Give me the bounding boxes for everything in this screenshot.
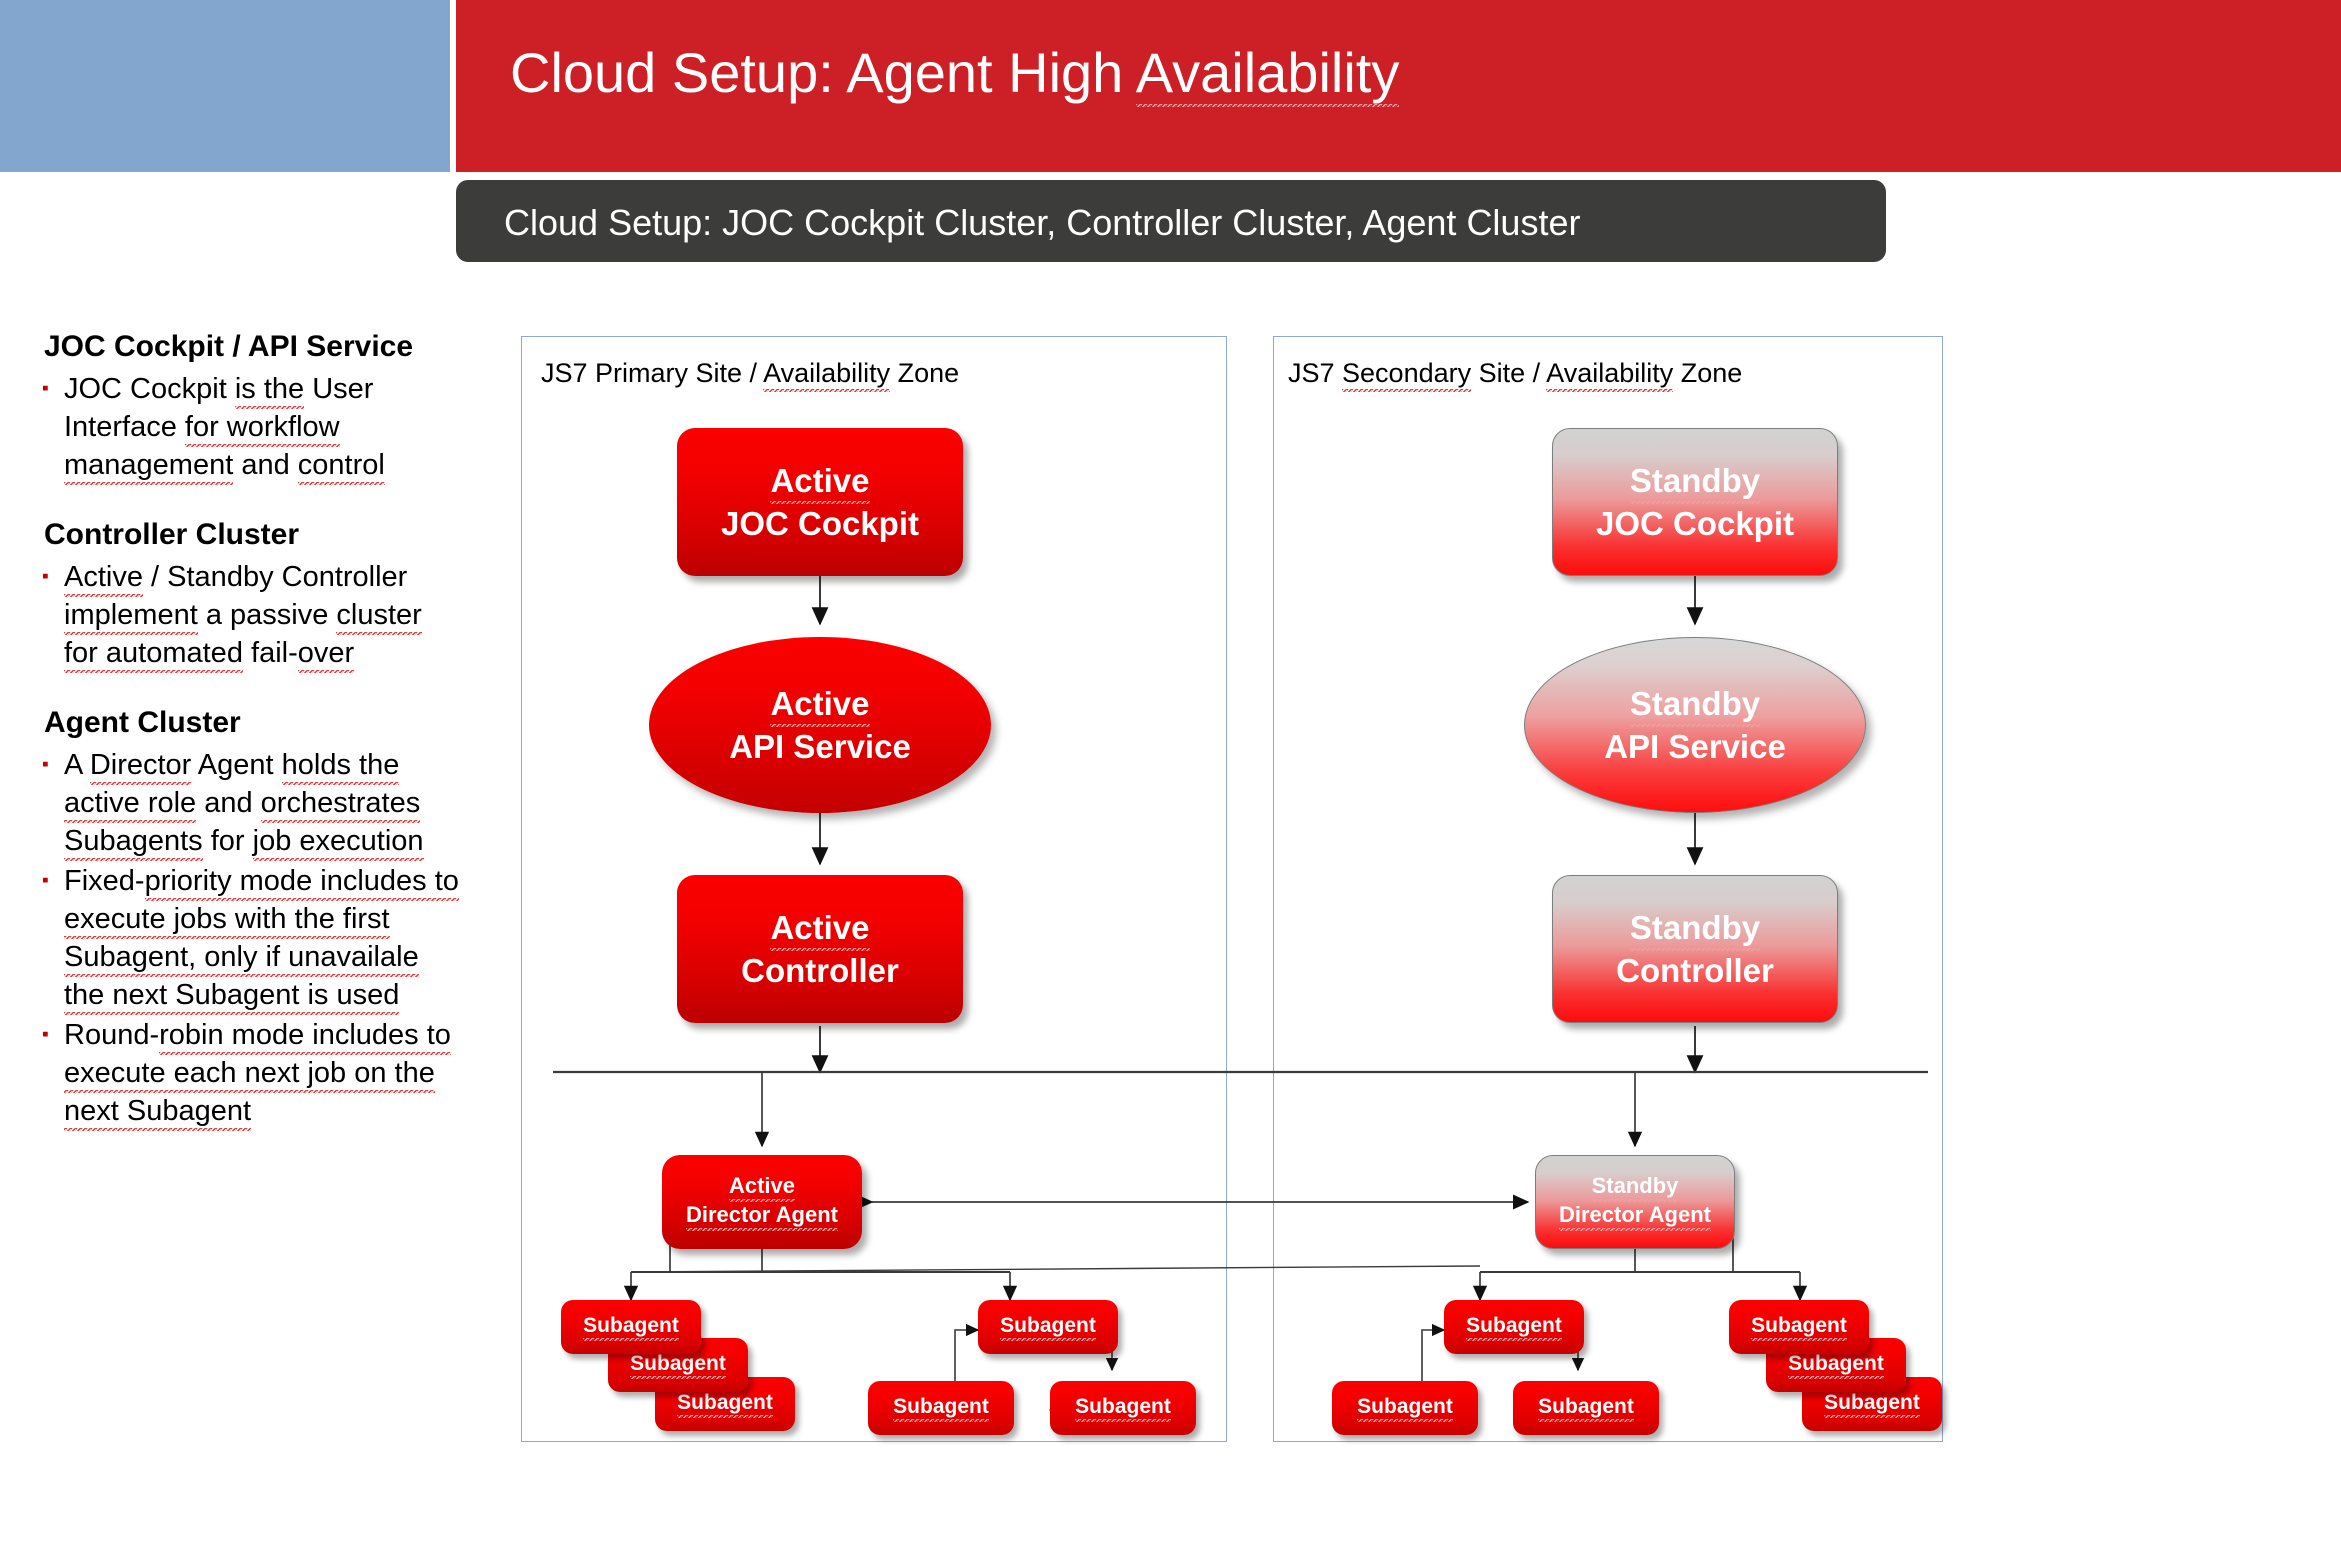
bullet-marker-icon: ▪ [38, 558, 64, 596]
node-line-2: API Service [729, 727, 911, 767]
subtitle-text: Cloud Setup: JOC Cockpit Cluster, Contro… [504, 202, 1580, 244]
subagent-secondary-fixed-3[interactable]: Subagent [1802, 1377, 1942, 1431]
sidebar-heading-joc: JOC Cockpit / API Service [44, 330, 463, 364]
subagent-primary-fixed-1[interactable]: Subagent [561, 1300, 701, 1354]
subagent-label: Subagent [893, 1394, 989, 1422]
subagent-label: Subagent [1788, 1351, 1884, 1379]
subagent-secondary-rr-1[interactable]: Subagent [1444, 1300, 1584, 1354]
list-item: ▪ Active / Standby Controller implement … [38, 558, 463, 672]
subagent-label: Subagent [1000, 1313, 1096, 1341]
node-line-2: Controller [741, 951, 899, 991]
subtitle-bar: Cloud Setup: JOC Cockpit Cluster, Contro… [456, 180, 1886, 262]
subagent-secondary-fixed-2[interactable]: Subagent [1766, 1338, 1906, 1392]
site-container-secondary [1273, 336, 1943, 1442]
node-line-1: Active [770, 684, 869, 727]
node-line-2: Director Agent [1559, 1202, 1711, 1231]
subagent-primary-rr-3[interactable]: Subagent [868, 1381, 1014, 1435]
sidebar-heading-agent: Agent Cluster [44, 706, 463, 740]
node-line-2: Director Agent [686, 1202, 838, 1231]
node-active-controller[interactable]: Active Controller [677, 875, 963, 1023]
subagent-label: Subagent [630, 1351, 726, 1379]
node-active-director-agent[interactable]: Active Director Agent [662, 1155, 862, 1249]
bullet-marker-icon: ▪ [38, 1016, 64, 1054]
node-active-api-service[interactable]: Active API Service [649, 637, 991, 813]
list-item: ▪ Fixed-priority mode includes to execut… [38, 862, 463, 1014]
subagent-primary-fixed-2[interactable]: Subagent [608, 1338, 748, 1392]
list-item: ▪ A Director Agent holds the active role… [38, 746, 463, 860]
site-container-primary [521, 336, 1227, 1442]
subagent-secondary-fixed-1[interactable]: Subagent [1729, 1300, 1869, 1354]
sidebar-bullet-controller-1: Active / Standby Controller implement a … [64, 558, 463, 672]
node-line-2: JOC Cockpit [721, 504, 919, 544]
subagent-label: Subagent [1466, 1313, 1562, 1341]
bullet-marker-icon: ▪ [38, 746, 64, 784]
node-line-1: Active [770, 908, 869, 951]
subagent-primary-fixed-3[interactable]: Subagent [655, 1377, 795, 1431]
bullet-marker-icon: ▪ [38, 370, 64, 408]
subagent-label: Subagent [677, 1390, 773, 1418]
sidebar: JOC Cockpit / API Service ▪ JOC Cockpit … [38, 330, 463, 1132]
subagent-secondary-rr-2[interactable]: Subagent [1513, 1381, 1659, 1435]
sidebar-bullet-agent-2: Fixed-priority mode includes to execute … [64, 862, 463, 1014]
subagent-label: Subagent [1751, 1313, 1847, 1341]
list-item: ▪ Round-robin mode includes to execute e… [38, 1016, 463, 1130]
node-line-1: Standby [1592, 1173, 1679, 1202]
decorative-blue-block [0, 0, 450, 172]
node-standby-api-service[interactable]: Standby API Service [1524, 637, 1866, 813]
bullet-marker-icon: ▪ [38, 862, 64, 900]
node-line-1: Standby [1630, 461, 1760, 504]
subagent-label: Subagent [1075, 1394, 1171, 1422]
node-line-1: Standby [1630, 684, 1760, 727]
site-label-secondary: JS7 Secondary Site / Availability Zone [1288, 358, 1742, 389]
node-line-1: Active [729, 1173, 795, 1202]
node-standby-controller[interactable]: Standby Controller [1552, 875, 1838, 1023]
sidebar-bullet-agent-1: A Director Agent holds the active role a… [64, 746, 463, 860]
node-standby-joc-cockpit[interactable]: Standby JOC Cockpit [1552, 428, 1838, 576]
site-label-primary: JS7 Primary Site / Availability Zone [541, 358, 959, 389]
sidebar-bullet-joc-1: JOC Cockpit is the User Interface for wo… [64, 370, 463, 484]
subagent-label: Subagent [1824, 1390, 1920, 1418]
node-line-2: API Service [1604, 727, 1786, 767]
list-item: ▪ JOC Cockpit is the User Interface for … [38, 370, 463, 484]
subagent-primary-rr-2[interactable]: Subagent [1050, 1381, 1196, 1435]
node-active-joc-cockpit[interactable]: Active JOC Cockpit [677, 428, 963, 576]
page-title: Cloud Setup: Agent High Availability [510, 40, 1399, 105]
subagent-label: Subagent [583, 1313, 679, 1341]
page-title-misspelled-word: Availability [1136, 41, 1400, 107]
subagent-label: Subagent [1538, 1394, 1634, 1422]
node-line-2: Controller [1616, 951, 1774, 991]
sidebar-bullet-agent-3: Round-robin mode includes to execute eac… [64, 1016, 463, 1130]
sidebar-heading-controller: Controller Cluster [44, 518, 463, 552]
subagent-primary-rr-1[interactable]: Subagent [978, 1300, 1118, 1354]
subagent-secondary-rr-3[interactable]: Subagent [1332, 1381, 1478, 1435]
node-line-1: Standby [1630, 908, 1760, 951]
node-line-1: Active [770, 461, 869, 504]
node-line-2: JOC Cockpit [1596, 504, 1794, 544]
subagent-label: Subagent [1357, 1394, 1453, 1422]
node-standby-director-agent[interactable]: Standby Director Agent [1535, 1155, 1735, 1249]
